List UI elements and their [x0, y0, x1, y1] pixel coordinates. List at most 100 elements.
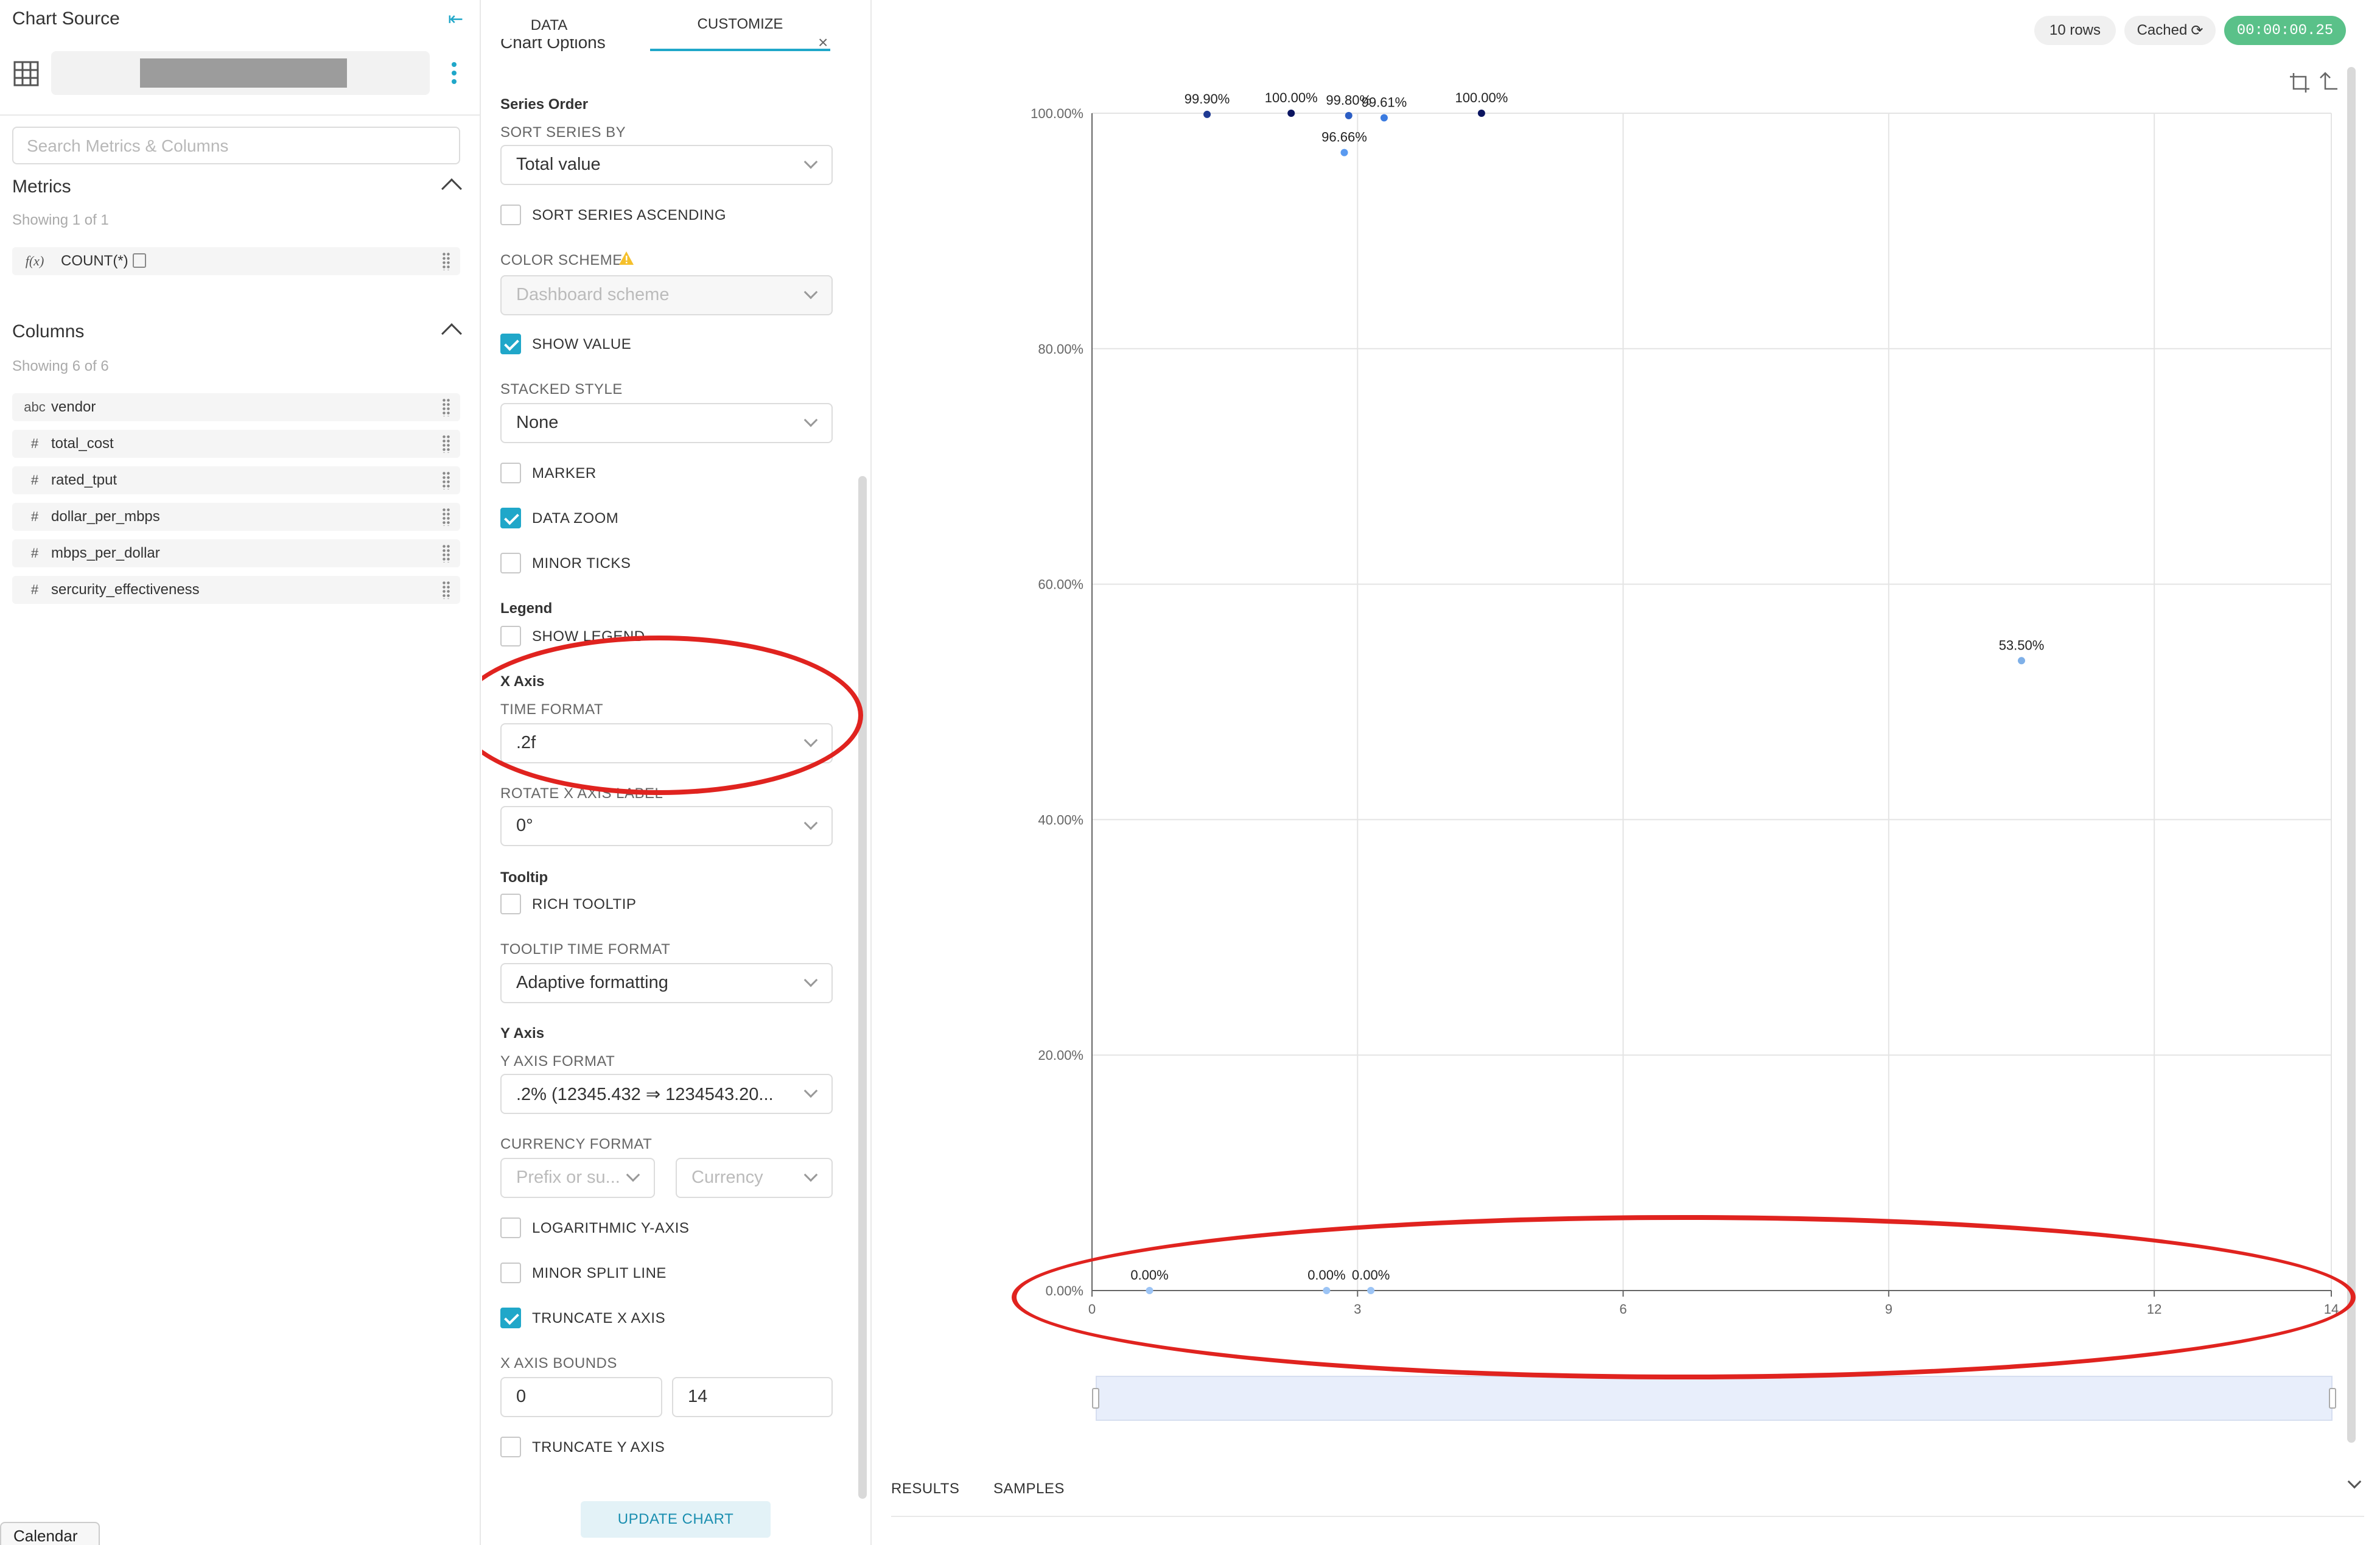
numeric-type-icon: #	[30, 436, 39, 451]
stacked-style-select[interactable]: None	[500, 403, 833, 443]
column-item[interactable]: # sercurity_effectiveness	[12, 576, 460, 604]
numeric-type-icon: #	[30, 582, 39, 597]
currency-prefix-select[interactable]: Prefix or su...	[500, 1158, 655, 1198]
x-bounds-max-input[interactable]: 14	[672, 1377, 833, 1417]
tab-customize[interactable]: CUSTOMIZE	[650, 0, 830, 51]
cached-badge[interactable]: Cached ⟳	[2124, 16, 2216, 45]
rotate-x-value: 0°	[516, 816, 533, 835]
drag-handle-icon[interactable]	[442, 508, 450, 526]
search-input[interactable]: Search Metrics & Columns	[12, 127, 460, 164]
truncate-x-axis-checkbox[interactable]	[500, 1308, 521, 1328]
tab-samples[interactable]: SAMPLES	[993, 1480, 1065, 1498]
rotate-x-select[interactable]: 0°	[500, 806, 833, 846]
sort-series-by-value: Total value	[516, 155, 601, 174]
scrollbar[interactable]	[858, 476, 867, 1499]
datasource-title: Chart Source	[12, 9, 120, 29]
log-y-axis-checkbox[interactable]	[500, 1217, 521, 1238]
drag-handle-icon[interactable]	[442, 581, 450, 599]
x-axis-bounds-label: X AXIS BOUNDS	[500, 1355, 617, 1372]
y-tick-label: 100.00%	[1031, 106, 1083, 121]
divider	[0, 114, 481, 116]
y-tick-label: 20.00%	[1038, 1048, 1083, 1063]
truncate-x-axis-label: TRUNCATE X AXIS	[532, 1310, 666, 1326]
numeric-type-icon: #	[30, 472, 39, 488]
chevron-down-icon	[803, 1168, 818, 1182]
sort-series-by-label: SORT SERIES BY	[500, 124, 626, 141]
rich-tooltip-checkbox[interactable]	[500, 894, 521, 914]
metric-item[interactable]: f(x) COUNT(*)	[12, 247, 460, 275]
more-options-icon[interactable]	[450, 61, 458, 85]
numeric-type-icon: #	[30, 509, 39, 524]
data-zoom-checkbox[interactable]	[500, 508, 521, 528]
chevron-down-icon	[803, 285, 818, 300]
minor-ticks-checkbox[interactable]	[500, 553, 521, 573]
column-item[interactable]: # dollar_per_mbps	[12, 503, 460, 531]
column-item[interactable]: # rated_tput	[12, 466, 460, 494]
collapse-panel-icon[interactable]: ⇤	[448, 9, 463, 30]
stacked-style-label: STACKED STYLE	[500, 381, 623, 398]
control-panel: DATA CUSTOMIZE Chart Options × Series Or…	[482, 0, 872, 1545]
currency-prefix-placeholder: Prefix or su...	[516, 1168, 620, 1187]
y-tick-label: 60.00%	[1038, 577, 1083, 592]
close-icon[interactable]: ×	[818, 38, 828, 52]
series-order-heading: Series Order	[500, 96, 589, 113]
datasource-name-redacted	[140, 58, 347, 88]
minor-ticks-label: MINOR TICKS	[532, 555, 631, 572]
sort-series-by-select[interactable]: Total value	[500, 145, 833, 185]
table-grid-icon	[13, 61, 39, 86]
tooltip-time-format-value: Adaptive formatting	[516, 973, 668, 992]
y-axis-format-value: .2% (12345.432 ⇒ 1234543.20...	[516, 1085, 774, 1104]
data-zoom-slider[interactable]	[1096, 1376, 2333, 1421]
show-value-checkbox[interactable]	[500, 334, 521, 354]
drag-handle-icon[interactable]	[442, 252, 450, 270]
color-scheme-select[interactable]: Dashboard scheme	[500, 275, 833, 315]
drag-handle-icon[interactable]	[442, 398, 450, 416]
color-scheme-label: COLOR SCHEME	[500, 252, 623, 268]
warning-icon	[619, 251, 634, 265]
column-name: sercurity_effectiveness	[51, 581, 200, 598]
data-label: 99.61%	[1362, 95, 1407, 110]
data-zoom-label: DATA ZOOM	[532, 510, 619, 527]
column-item[interactable]: # total_cost	[12, 430, 460, 458]
drag-handle-icon[interactable]	[442, 435, 450, 453]
data-point	[1380, 114, 1388, 122]
marker-checkbox[interactable]	[500, 463, 521, 483]
tooltip-time-format-select[interactable]: Adaptive formatting	[500, 963, 833, 1003]
calendar-tab[interactable]: Calendar	[0, 1522, 100, 1545]
columns-collapse-icon[interactable]	[441, 323, 462, 344]
chevron-down-icon	[803, 155, 818, 169]
tab-results[interactable]: RESULTS	[891, 1480, 959, 1498]
show-legend-checkbox[interactable]	[500, 626, 521, 646]
data-label: 53.50%	[1999, 637, 2045, 653]
chart-options-header: Chart Options	[500, 39, 606, 51]
update-chart-button[interactable]: UPDATE CHART	[581, 1501, 771, 1538]
minor-split-line-checkbox[interactable]	[500, 1263, 521, 1283]
metrics-collapse-icon[interactable]	[441, 178, 462, 199]
row-count-badge: 10 rows	[2034, 16, 2116, 45]
column-item[interactable]: # mbps_per_dollar	[12, 539, 460, 567]
sort-ascending-checkbox[interactable]	[500, 205, 521, 225]
refresh-icon: ⟳	[2191, 22, 2203, 39]
sql-icon	[133, 253, 146, 268]
currency-select[interactable]: Currency	[676, 1158, 833, 1198]
drag-handle-icon[interactable]	[442, 471, 450, 489]
truncate-y-axis-checkbox[interactable]	[500, 1437, 521, 1457]
zoom-handle-left[interactable]	[1092, 1388, 1099, 1409]
data-point	[1203, 110, 1211, 118]
columns-count: Showing 6 of 6	[12, 358, 109, 374]
x-bounds-min-input[interactable]: 0	[500, 1377, 662, 1417]
cached-label: Cached	[2137, 22, 2188, 38]
chart-area: 10 rows Cached ⟳ 00:00:00.25 0.00% 20.00%…	[873, 0, 2380, 1545]
data-point	[1340, 149, 1348, 156]
metrics-count: Showing 1 of 1	[12, 212, 109, 228]
column-name: vendor	[51, 399, 96, 415]
y-axis-format-select[interactable]: .2% (12345.432 ⇒ 1234543.20...	[500, 1074, 833, 1114]
drag-handle-icon[interactable]	[442, 544, 450, 562]
chart-scrollbar[interactable]	[2347, 67, 2356, 1443]
column-item[interactable]: abc vendor	[12, 393, 460, 421]
zoom-handle-right[interactable]	[2329, 1388, 2336, 1409]
data-point	[1287, 110, 1295, 117]
chevron-down-icon[interactable]	[2347, 1474, 2362, 1489]
annotation-ellipse	[482, 636, 863, 795]
metrics-heading: Metrics	[12, 177, 71, 197]
